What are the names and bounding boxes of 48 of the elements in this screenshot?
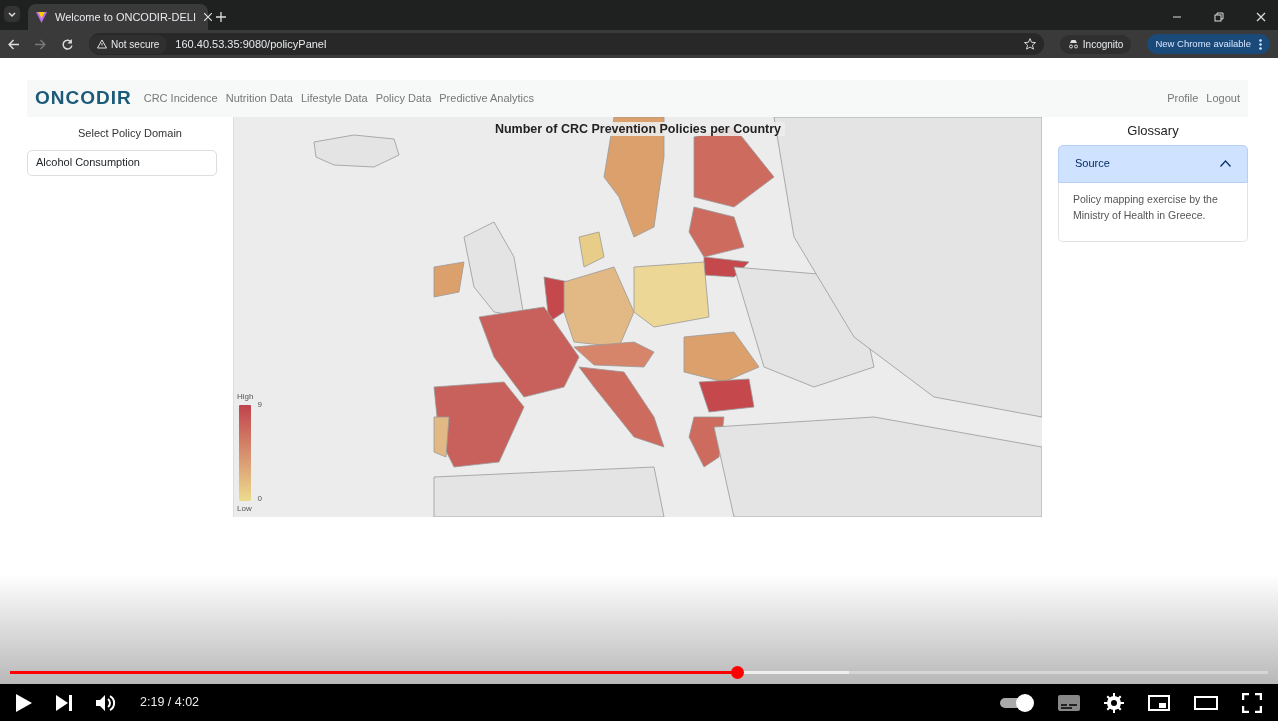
- legend-label: Low: [237, 503, 253, 515]
- scrubber-handle[interactable]: [731, 666, 745, 679]
- tab-title: Welcome to ONCODIR-DELI: [55, 9, 196, 25]
- security-chip[interactable]: Not secure: [89, 34, 168, 54]
- time-display: 2:19 / 4:02: [140, 694, 200, 712]
- forward-icon[interactable]: [35, 38, 46, 50]
- star-icon[interactable]: [1023, 38, 1036, 50]
- legend-value: 0: [257, 493, 262, 505]
- nav-link[interactable]: Predictive Analytics: [439, 90, 535, 107]
- settings-icon[interactable]: [1104, 692, 1124, 713]
- reload-icon[interactable]: [62, 38, 73, 50]
- legend-value: 9: [257, 399, 262, 411]
- more-icon: [1259, 38, 1262, 50]
- policy-domain-select[interactable]: Alcohol Consumption: [27, 149, 217, 176]
- url-field[interactable]: 160.40.53.35:9080/policyPanel: [175, 35, 327, 53]
- new-tab-icon[interactable]: [216, 12, 226, 22]
- fullscreen-icon[interactable]: [1242, 692, 1262, 713]
- accordion-header[interactable]: Source: [1058, 144, 1248, 183]
- subtitles-icon[interactable]: [1058, 694, 1080, 711]
- nav-link[interactable]: Lifestyle Data: [301, 90, 368, 107]
- autoplay-toggle[interactable]: [1000, 694, 1034, 711]
- accordion-body-text: Policy mapping exercise by the Ministry of Health in Greece.: [1058, 182, 1248, 242]
- legend-label: High: [237, 391, 254, 403]
- restore-icon[interactable]: [1214, 12, 1224, 22]
- field-label: Select Policy Domain: [77, 126, 183, 141]
- nav-link[interactable]: Policy Data: [375, 90, 432, 107]
- update-button[interactable]: New Chrome available: [1147, 33, 1270, 55]
- site-logo-icon: [36, 11, 47, 23]
- theater-mode-icon[interactable]: [1194, 695, 1218, 710]
- close-icon[interactable]: [1256, 12, 1266, 22]
- incognito-chip[interactable]: Incognito: [1059, 34, 1132, 54]
- nav-link[interactable]: CRC Incidence: [143, 90, 218, 107]
- incognito-icon: [1067, 39, 1079, 49]
- nav-link[interactable]: Logout: [1206, 90, 1240, 107]
- glossary-title: Glossary: [1126, 122, 1180, 140]
- volume-icon[interactable]: [96, 693, 116, 712]
- warning-icon: [97, 39, 107, 49]
- back-icon[interactable]: [8, 38, 19, 50]
- close-icon[interactable]: [204, 13, 212, 21]
- play-icon[interactable]: [16, 693, 32, 712]
- map-title: Number of CRC Prevention Policies per Country: [234, 120, 1042, 139]
- tab-search-icon[interactable]: [4, 6, 20, 22]
- chevron-up-icon: [1220, 160, 1231, 167]
- brand-logo[interactable]: ONCODIR: [35, 84, 132, 113]
- next-icon[interactable]: [56, 694, 72, 711]
- miniplayer-icon[interactable]: [1148, 694, 1170, 711]
- nav-link[interactable]: Profile: [1167, 90, 1199, 107]
- nav-link[interactable]: Nutrition Data: [225, 90, 293, 107]
